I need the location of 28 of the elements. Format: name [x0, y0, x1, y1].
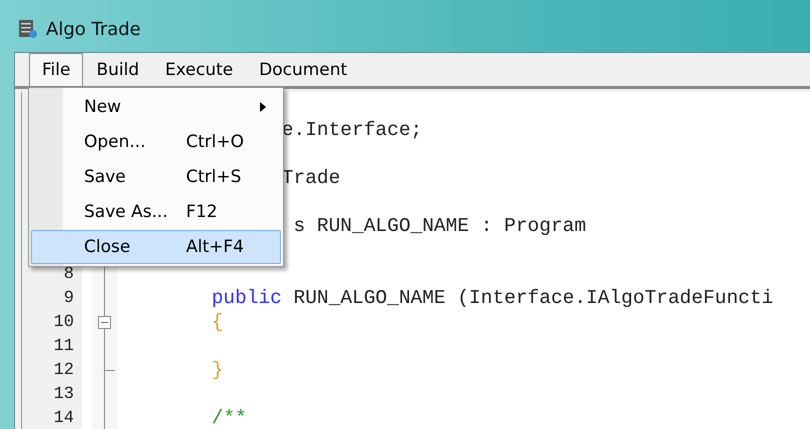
menu-entry[interactable]: Close Alt+F4: [31, 230, 281, 264]
code-text: e.Interface;: [282, 119, 422, 141]
menu-item[interactable]: Build: [83, 53, 152, 86]
menu-entry[interactable]: Save Ctrl+S: [31, 160, 281, 194]
collapse-icon[interactable]: [98, 310, 112, 335]
line-number: 10: [52, 312, 75, 332]
window-title: Algo Trade: [46, 18, 141, 40]
line-number: 8: [62, 264, 75, 284]
app-icon: [18, 19, 38, 39]
line-number: 12: [52, 360, 75, 380]
menu-entry[interactable]: Open... Ctrl+O: [31, 125, 281, 159]
code-text: {: [212, 311, 224, 333]
line-number: 11: [52, 336, 75, 356]
menu-item[interactable]: Document: [246, 53, 360, 86]
line-number: 13: [52, 384, 75, 404]
code-text: public RUN_ALGO_NAME (Interface.IAlgoTradeFuncti: [212, 287, 774, 309]
code-text: }: [212, 359, 224, 381]
code-text: s RUN_ALGO_NAME : Program: [294, 215, 586, 237]
menu-entry[interactable]: Save As... F12: [31, 195, 281, 229]
fold-line: [104, 334, 105, 359]
code-text: /**: [212, 407, 247, 429]
fold-end-line: [104, 358, 115, 383]
line-number: 9: [62, 288, 75, 308]
menu-item[interactable]: Execute: [152, 53, 246, 86]
code-text: Trade: [282, 167, 340, 189]
menu-item[interactable]: File: [29, 53, 84, 86]
line-number: 14: [52, 408, 75, 428]
menu-entry[interactable]: New: [31, 90, 281, 124]
